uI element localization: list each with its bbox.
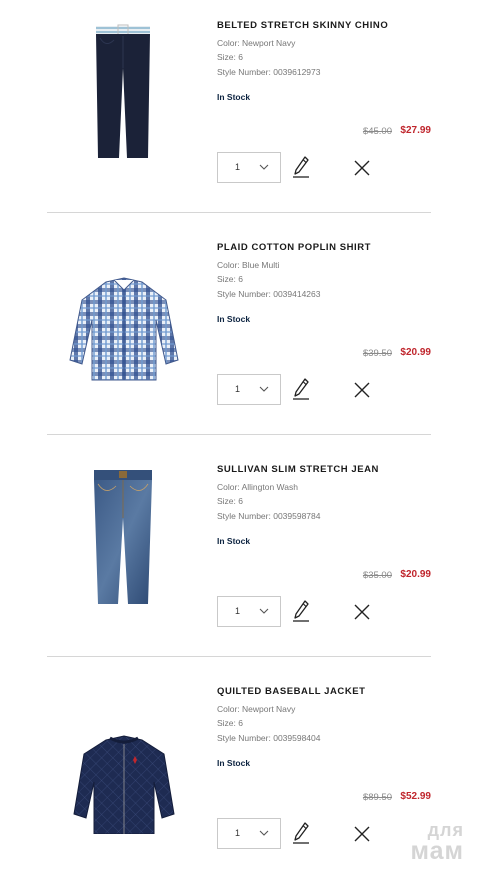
quantity-select[interactable]: 1 xyxy=(217,152,281,183)
cart-item: SULLIVAN SLIM STRETCH JEAN Color: Alling… xyxy=(0,444,478,666)
sale-price: $52.99 xyxy=(400,791,431,802)
product-color: Color: Newport Navy xyxy=(217,704,296,714)
product-style-number: Style Number: 0039598784 xyxy=(217,511,321,521)
chevron-down-icon xyxy=(259,830,269,836)
divider xyxy=(47,434,431,435)
product-name[interactable]: SULLIVAN SLIM STRETCH JEAN xyxy=(217,464,379,475)
product-color: Color: Newport Navy xyxy=(217,38,296,48)
stock-status: In Stock xyxy=(217,536,251,546)
quantity-value: 1 xyxy=(235,162,241,172)
product-image[interactable] xyxy=(62,462,186,612)
cart-item: BELTED STRETCH SKINNY CHINO Color: Newpo… xyxy=(0,0,478,222)
original-price: $39.50 xyxy=(362,348,392,359)
close-icon[interactable] xyxy=(353,603,371,621)
chevron-down-icon xyxy=(259,164,269,170)
original-price: $35.00 xyxy=(362,570,392,581)
original-price: $45.00 xyxy=(362,126,392,137)
pencil-icon[interactable] xyxy=(292,377,310,401)
pencil-icon[interactable] xyxy=(292,155,310,179)
close-icon[interactable] xyxy=(353,159,371,177)
watermark-line-2: мам xyxy=(410,837,464,865)
sale-price: $20.99 xyxy=(400,347,431,358)
product-name[interactable]: BELTED STRETCH SKINNY CHINO xyxy=(217,20,388,31)
quantity-select[interactable]: 1 xyxy=(217,374,281,405)
cart-item: PLAID COTTON POPLIN SHIRT Color: Blue Mu… xyxy=(0,222,478,444)
product-style-number: Style Number: 0039598404 xyxy=(217,733,321,743)
chevron-down-icon xyxy=(259,608,269,614)
product-size: Size: 6 xyxy=(217,496,243,506)
product-image[interactable] xyxy=(62,684,186,834)
product-size: Size: 6 xyxy=(217,274,243,284)
quantity-value: 1 xyxy=(235,384,241,394)
quantity-value: 1 xyxy=(235,828,241,838)
product-image[interactable] xyxy=(62,18,186,168)
product-size: Size: 6 xyxy=(217,52,243,62)
close-icon[interactable] xyxy=(353,381,371,399)
stock-status: In Stock xyxy=(217,92,251,102)
original-price: $89.50 xyxy=(362,792,392,803)
close-icon[interactable] xyxy=(353,825,371,843)
pencil-icon[interactable] xyxy=(292,821,310,845)
sale-price: $20.99 xyxy=(400,569,431,580)
quantity-select[interactable]: 1 xyxy=(217,818,281,849)
divider xyxy=(47,656,431,657)
chevron-down-icon xyxy=(259,386,269,392)
product-size: Size: 6 xyxy=(217,718,243,728)
sale-price: $27.99 xyxy=(400,125,431,136)
cart-item: QUILTED BASEBALL JACKET Color: Newport N… xyxy=(0,666,478,876)
stock-status: In Stock xyxy=(217,758,251,768)
product-color: Color: Blue Multi xyxy=(217,260,280,270)
stock-status: In Stock xyxy=(217,314,251,324)
quantity-value: 1 xyxy=(235,606,241,616)
quantity-select[interactable]: 1 xyxy=(217,596,281,627)
product-name[interactable]: QUILTED BASEBALL JACKET xyxy=(217,686,365,697)
divider xyxy=(47,212,431,213)
watermark-logo: для мам xyxy=(410,821,464,864)
product-style-number: Style Number: 0039414263 xyxy=(217,289,321,299)
pencil-icon[interactable] xyxy=(292,599,310,623)
product-name[interactable]: PLAID COTTON POPLIN SHIRT xyxy=(217,242,371,253)
product-style-number: Style Number: 0039612973 xyxy=(217,67,321,77)
product-image[interactable] xyxy=(62,240,186,390)
product-color: Color: Allington Wash xyxy=(217,482,298,492)
